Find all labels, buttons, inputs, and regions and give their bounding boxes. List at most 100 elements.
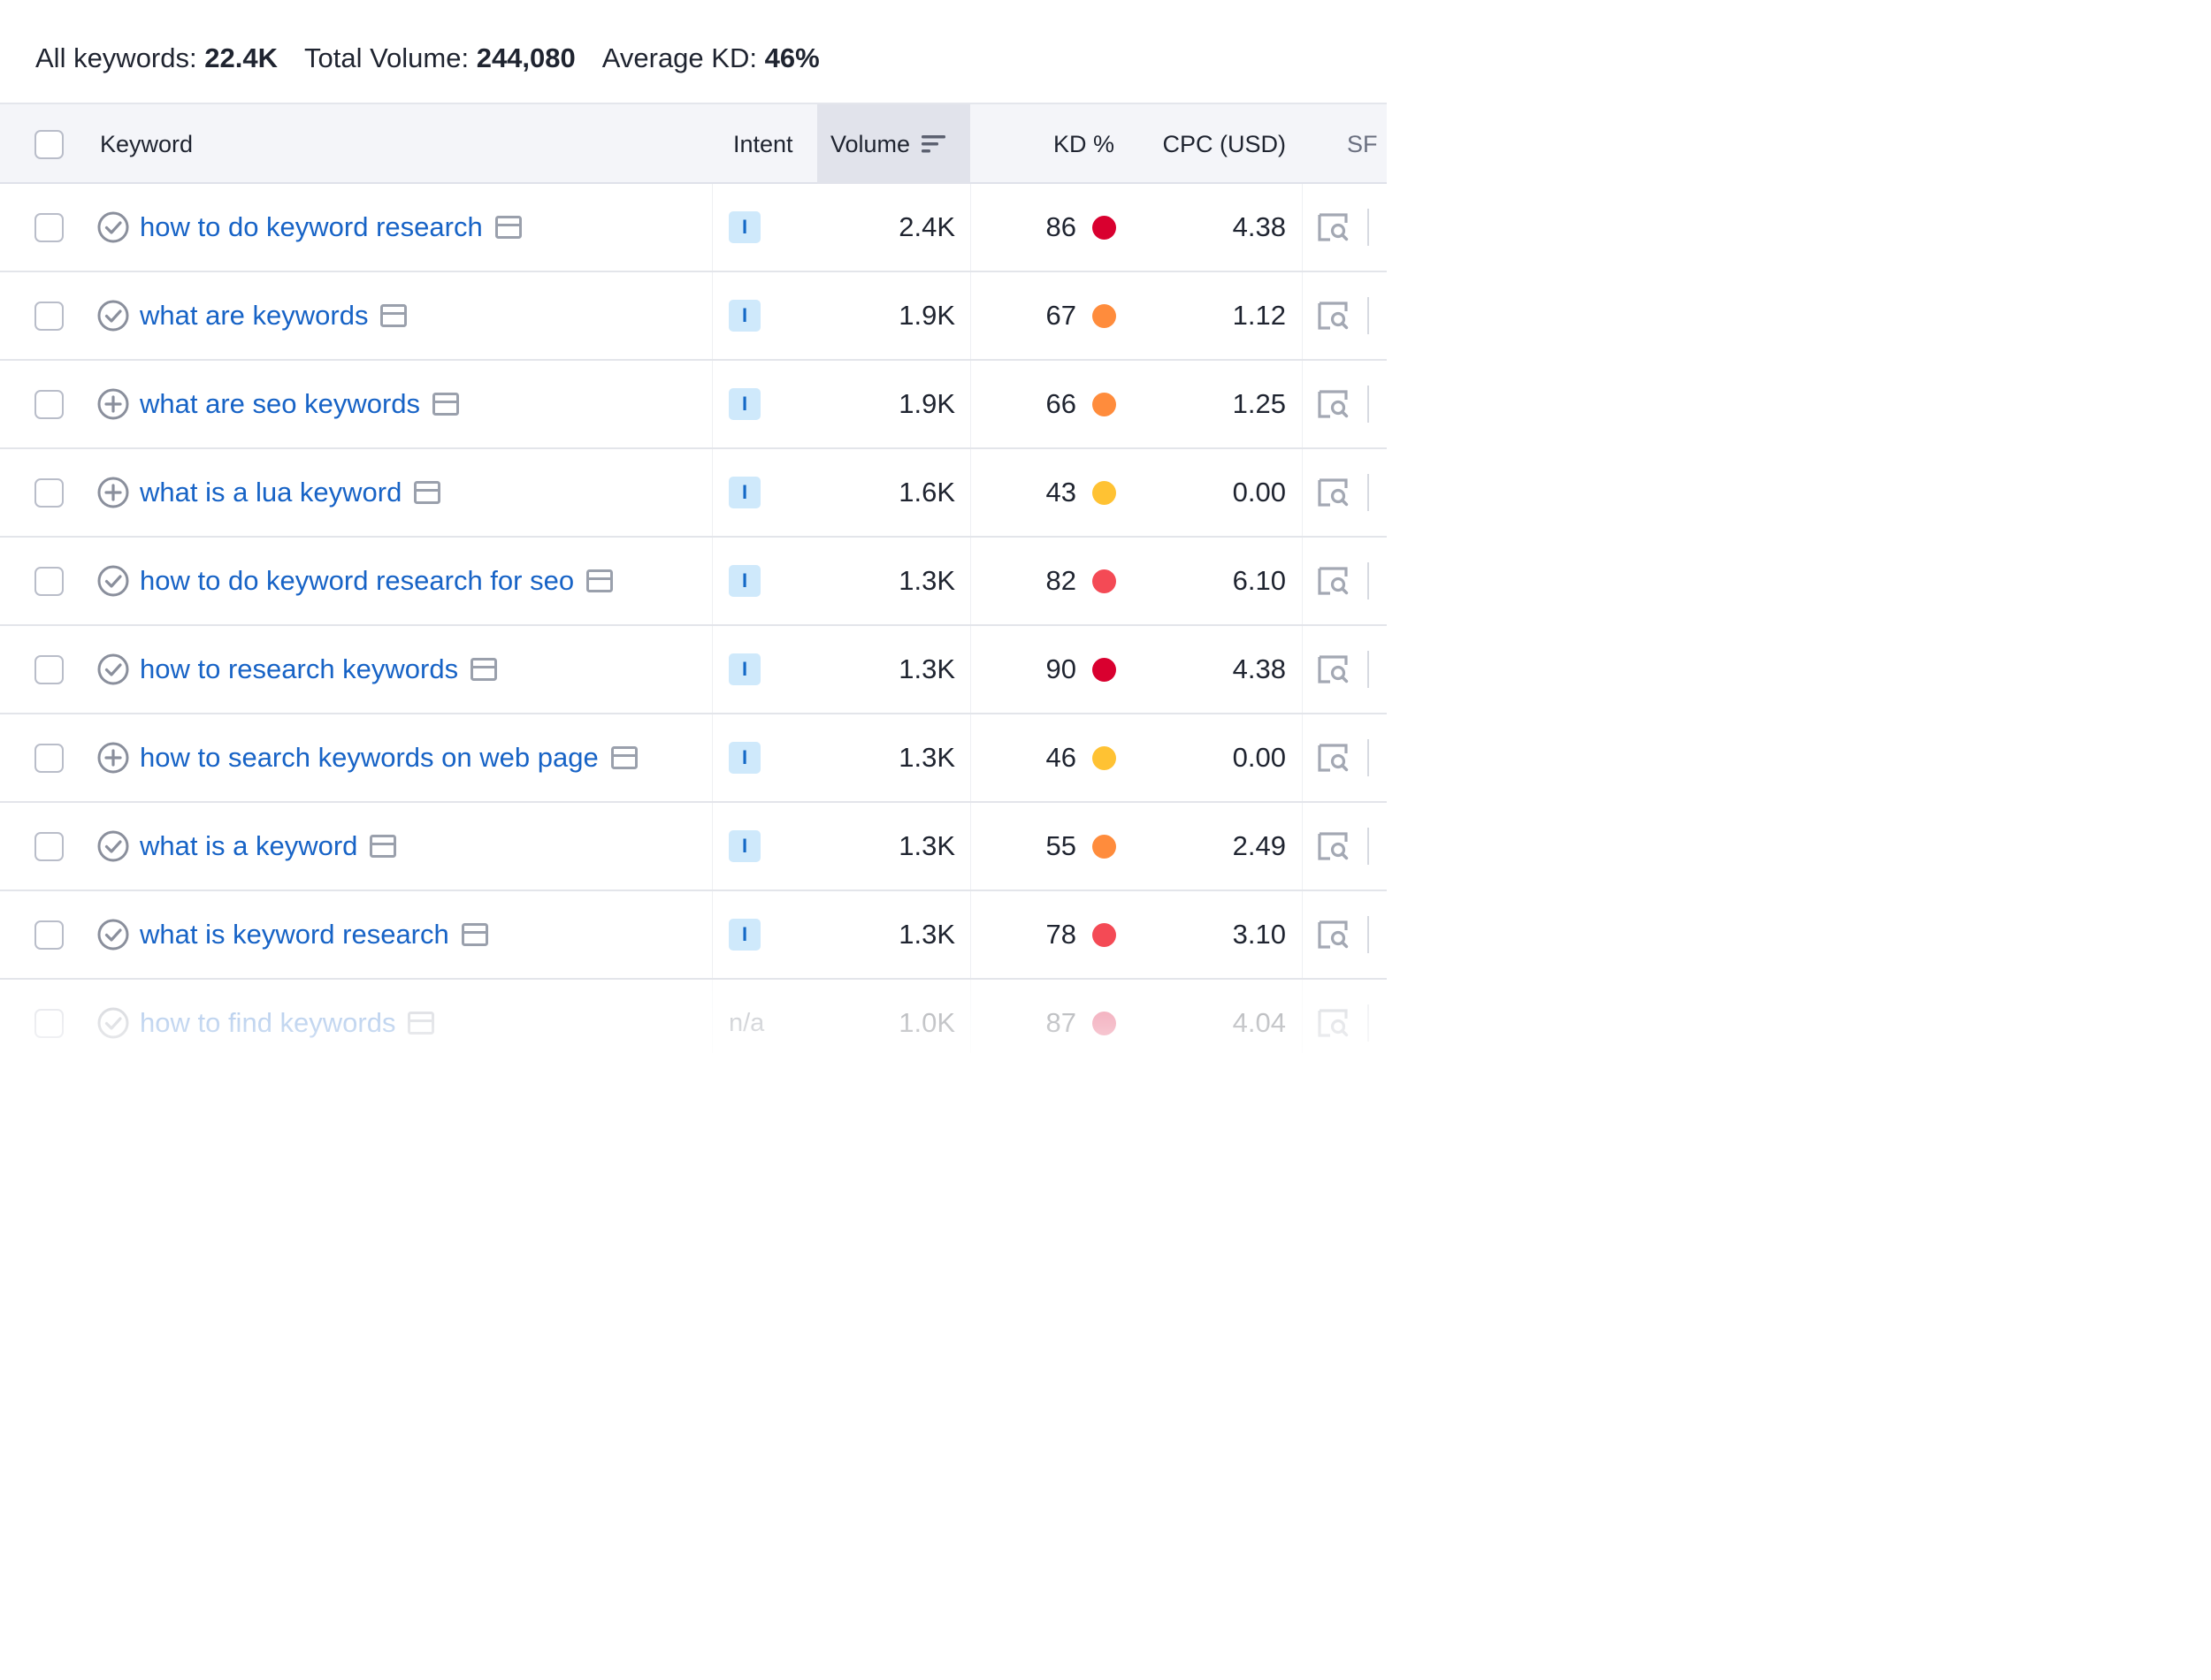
row-checkbox[interactable] <box>34 831 64 861</box>
column-divider <box>712 714 713 801</box>
added-check-icon[interactable] <box>97 300 129 332</box>
keyword-link[interactable]: how to find keywords <box>140 1007 395 1039</box>
serp-preview-icon[interactable] <box>414 481 441 504</box>
column-divider <box>712 538 713 624</box>
kd-cell: 43 <box>991 449 1116 536</box>
row-checkbox[interactable] <box>34 389 64 419</box>
sf-cell <box>1317 891 1349 978</box>
column-divider <box>712 626 713 713</box>
column-divider <box>1302 891 1303 978</box>
serp-features-icon[interactable] <box>1317 920 1349 950</box>
column-header-keyword[interactable]: Keyword <box>100 104 193 184</box>
column-divider <box>970 361 971 447</box>
kd-cell: 67 <box>991 272 1116 359</box>
column-header-sf[interactable]: SF <box>1347 104 1378 184</box>
volume-value: 1.3K <box>899 653 955 684</box>
added-check-icon[interactable] <box>97 1007 129 1039</box>
intent-badge-informational[interactable]: I <box>729 211 761 243</box>
serp-features-icon[interactable] <box>1317 743 1349 773</box>
sort-descending-icon[interactable] <box>921 133 947 156</box>
volume-cell: 1.3K <box>831 891 955 978</box>
serp-features-icon[interactable] <box>1317 566 1349 596</box>
next-column-edge <box>1367 1004 1369 1042</box>
sf-cell <box>1317 626 1349 713</box>
kd-cell: 86 <box>991 184 1116 271</box>
row-select-cell <box>34 980 64 1053</box>
row-checkbox[interactable] <box>34 566 64 596</box>
next-column-edge <box>1367 474 1369 511</box>
serp-features-icon[interactable] <box>1317 654 1349 684</box>
intent-badge-informational[interactable]: I <box>729 830 761 862</box>
added-check-icon[interactable] <box>97 830 129 862</box>
column-header-kd[interactable]: KD % <box>1008 104 1114 184</box>
keyword-link[interactable]: how to search keywords on web page <box>140 742 599 774</box>
intent-cell: I <box>729 538 761 624</box>
serp-preview-icon[interactable] <box>461 923 488 946</box>
row-checkbox[interactable] <box>34 920 64 950</box>
keyword-link[interactable]: what is keyword research <box>140 919 449 951</box>
added-check-icon[interactable] <box>97 919 129 951</box>
keyword-link[interactable]: how to do keyword research <box>140 211 483 243</box>
intent-badge-informational[interactable]: I <box>729 300 761 332</box>
intent-badge-informational[interactable]: I <box>729 919 761 951</box>
column-divider <box>712 361 713 447</box>
serp-preview-icon[interactable] <box>494 216 522 239</box>
intent-badge-informational[interactable]: I <box>729 388 761 420</box>
next-column-edge <box>1367 739 1369 776</box>
serp-features-icon[interactable] <box>1317 389 1349 419</box>
column-header-volume[interactable]: Volume <box>830 104 947 184</box>
add-to-list-plus-icon[interactable] <box>97 477 129 508</box>
keywords-table: Keyword Intent Volume KD % CPC (USD) SF <box>0 103 1387 1053</box>
intent-badge-informational[interactable]: I <box>729 742 761 774</box>
add-to-list-plus-icon[interactable] <box>97 742 129 774</box>
column-header-cpc[interactable]: CPC (USD) <box>1141 104 1287 184</box>
row-checkbox[interactable] <box>34 654 64 684</box>
serp-preview-icon[interactable] <box>370 835 397 858</box>
cpc-cell: 1.25 <box>1150 361 1286 447</box>
sf-cell <box>1317 272 1349 359</box>
keyword-link[interactable]: how to do keyword research for seo <box>140 565 574 597</box>
volume-value: 1.3K <box>899 830 955 861</box>
cpc-value: 4.38 <box>1232 211 1286 242</box>
row-checkbox[interactable] <box>34 301 64 331</box>
column-divider <box>1302 714 1303 801</box>
next-column-edge <box>1367 209 1369 246</box>
row-checkbox[interactable] <box>34 743 64 773</box>
select-all-checkbox[interactable] <box>34 129 64 159</box>
intent-cell: n/a <box>729 980 764 1053</box>
serp-preview-icon[interactable] <box>471 658 498 681</box>
added-check-icon[interactable] <box>97 653 129 685</box>
keyword-link[interactable]: what is a keyword <box>140 830 357 862</box>
volume-cell: 1.3K <box>831 538 955 624</box>
serp-features-icon[interactable] <box>1317 301 1349 331</box>
serp-preview-icon[interactable] <box>586 569 614 592</box>
column-header-intent[interactable]: Intent <box>733 104 793 184</box>
keyword-link[interactable]: what are seo keywords <box>140 388 420 420</box>
intent-badge-informational[interactable]: I <box>729 565 761 597</box>
serp-features-icon[interactable] <box>1317 477 1349 508</box>
sf-cell <box>1317 803 1349 890</box>
serp-preview-icon[interactable] <box>432 393 460 416</box>
volume-cell: 1.3K <box>831 803 955 890</box>
keyword-link[interactable]: what are keywords <box>140 300 368 332</box>
serp-preview-icon[interactable] <box>408 1012 435 1035</box>
kd-cell: 46 <box>991 714 1116 801</box>
keyword-link[interactable]: what is a lua keyword <box>140 477 402 508</box>
serp-preview-icon[interactable] <box>380 304 408 327</box>
serp-features-icon[interactable] <box>1317 831 1349 861</box>
intent-badge-informational[interactable]: I <box>729 477 761 508</box>
serp-preview-icon[interactable] <box>610 746 638 769</box>
serp-features-icon[interactable] <box>1317 1008 1349 1038</box>
row-checkbox[interactable] <box>34 477 64 508</box>
intent-na: n/a <box>729 1008 765 1037</box>
cpc-cell: 1.12 <box>1150 272 1286 359</box>
row-checkbox[interactable] <box>34 212 64 242</box>
added-check-icon[interactable] <box>97 565 129 597</box>
added-check-icon[interactable] <box>97 211 129 243</box>
add-to-list-plus-icon[interactable] <box>97 388 129 420</box>
row-checkbox[interactable] <box>34 1008 64 1038</box>
intent-badge-informational[interactable]: I <box>729 653 761 685</box>
serp-features-icon[interactable] <box>1317 212 1349 242</box>
keyword-link[interactable]: how to research keywords <box>140 653 458 685</box>
cpc-cell: 2.49 <box>1150 803 1286 890</box>
